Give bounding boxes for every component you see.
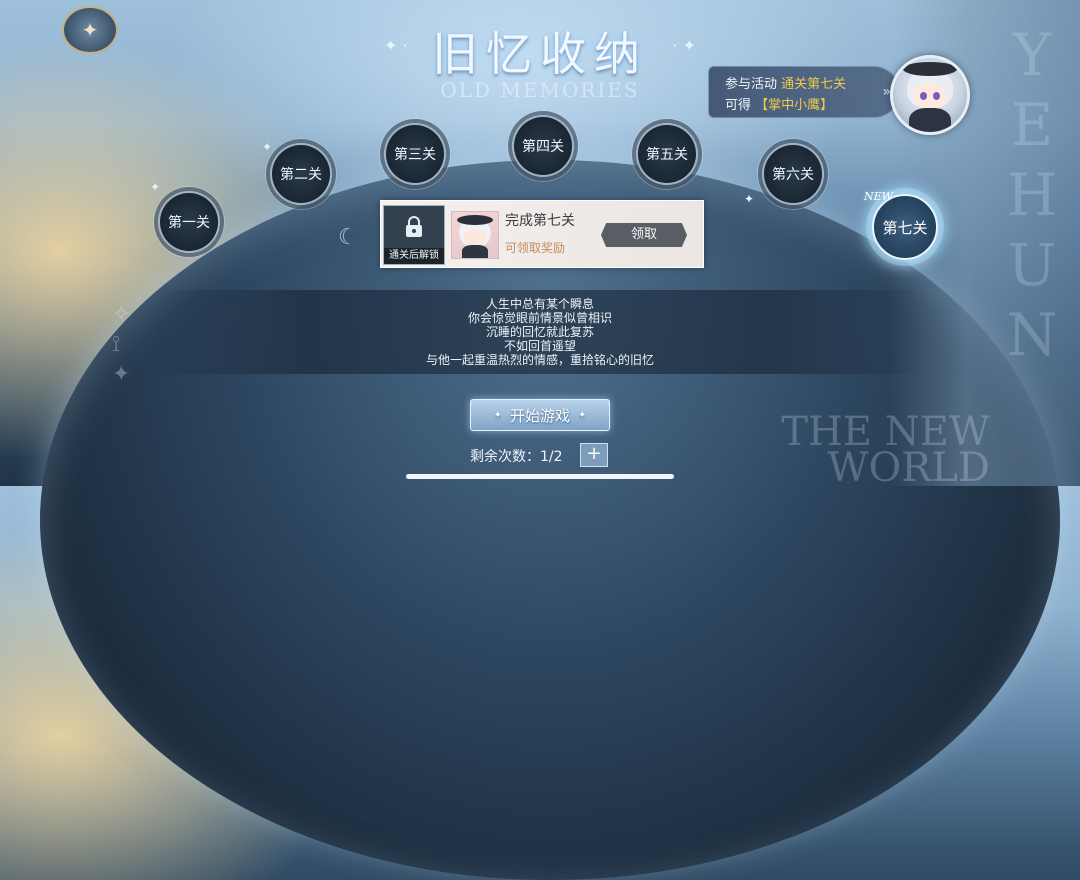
new-world-decor-text: THE NEW WORLD xyxy=(781,409,990,491)
vertical-decor-letters: Y E H U N xyxy=(1006,21,1058,369)
description-line: 人生中总有某个瞬息 xyxy=(485,297,594,311)
lock-icon xyxy=(403,214,425,240)
remaining-value: 1/2 xyxy=(540,449,563,465)
reward-character-avatar[interactable] xyxy=(890,55,970,135)
title-english: OLD MEMORIES xyxy=(440,78,640,102)
level-node-3[interactable]: 第三关 xyxy=(384,123,446,185)
level-node-7-current[interactable]: 第七关 xyxy=(872,194,938,260)
plus-icon: + xyxy=(586,443,602,464)
level-node-5[interactable]: 第五关 xyxy=(636,123,698,185)
sparkle-icon: · ✦ xyxy=(672,36,696,55)
ornament-icon: ✦ xyxy=(578,409,587,421)
reward-status: 可领取奖励 xyxy=(505,241,566,255)
description-line: 不如回首遥望 xyxy=(503,339,576,353)
stage-reward-card: 通关后解锁 完成第七关 可领取奖励 领取 xyxy=(380,200,704,268)
banner-line-2: 可得 【掌中小鹰】 xyxy=(725,98,834,113)
home-indicator-bar[interactable] xyxy=(406,474,674,479)
sparkle-icon: ✦ · xyxy=(384,36,408,55)
level-node-2[interactable]: 第二关 xyxy=(270,143,332,205)
level-node-4[interactable]: 第四关 xyxy=(512,115,574,177)
reward-item-avatar[interactable] xyxy=(451,211,499,259)
sparkle-icon: ✦ xyxy=(262,140,273,154)
sparkle-icon: ✦ xyxy=(150,180,161,194)
reward-condition-title: 完成第七关 xyxy=(505,213,575,229)
start-game-button[interactable]: ✦ 开始游戏 ✦ xyxy=(470,399,610,431)
page-title: ✦ · 旧忆收纳 · ✦ OLD MEMORIES xyxy=(380,18,700,102)
banner-line-1: 参与活动 通关第七关 xyxy=(725,77,847,92)
new-badge: NEW xyxy=(864,190,893,203)
remaining-label: 剩余次数： xyxy=(470,449,540,465)
crescent-icon: ☾ xyxy=(338,225,358,250)
locked-reward-slot: 通关后解锁 xyxy=(383,205,445,265)
lock-label: 通关后解锁 xyxy=(384,248,444,264)
level-node-1[interactable]: 第一关 xyxy=(158,191,220,253)
compass-emblem-icon[interactable]: ✦ xyxy=(62,6,118,54)
description-line: 与他一起重温热烈的情感，重拾铭心的旧忆 xyxy=(425,353,654,367)
title-chinese: 旧忆收纳 xyxy=(432,27,648,81)
event-reward-banner[interactable]: 参与活动 通关第七关 可得 【掌中小鹰】 » xyxy=(708,66,900,118)
add-attempts-button[interactable]: + xyxy=(580,443,608,467)
description-line: 你会惊觉眼前情景似曾相识 xyxy=(467,311,612,325)
event-description: 人生中总有某个瞬息 你会惊觉眼前情景似曾相识 沉睡的回忆就此复苏 不如回首遥望 … xyxy=(340,297,740,367)
description-line: 沉睡的回忆就此复苏 xyxy=(485,325,594,339)
level-node-6[interactable]: 第六关 xyxy=(762,143,824,205)
remaining-attempts: 剩余次数：1/2 xyxy=(470,446,563,466)
side-ornament: ✧ ⟟ ✦ xyxy=(112,302,131,387)
ornament-icon: ✦ xyxy=(493,409,502,421)
sparkle-icon: ✦ xyxy=(744,192,755,206)
claim-button[interactable]: 领取 xyxy=(601,223,687,247)
